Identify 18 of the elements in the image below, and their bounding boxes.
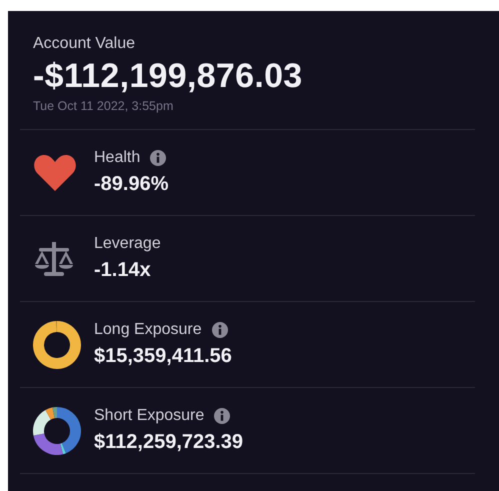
- info-icon[interactable]: [150, 150, 166, 166]
- timestamp: Tue Oct 11 2022, 3:55pm: [33, 99, 174, 113]
- stat-label: Health: [94, 149, 140, 167]
- info-icon[interactable]: [212, 322, 228, 338]
- stat-value: -89.96%: [94, 173, 168, 196]
- stat-label: Long Exposure: [94, 321, 202, 339]
- stat-value: $15,359,411.56: [94, 345, 232, 368]
- donut-chart-drawing: [33, 406, 81, 454]
- donut-chart-drawing: [33, 320, 81, 368]
- balance-scale-icon: [34, 240, 74, 278]
- stat-value: -1.14x: [94, 259, 152, 282]
- account-value-label: Account Value: [33, 35, 136, 53]
- account-value: -$112,199,876.03: [33, 57, 304, 96]
- info-icon[interactable]: [214, 408, 230, 424]
- heart-icon: [33, 154, 77, 192]
- stat-label: Leverage: [94, 235, 161, 253]
- stat-value: $112,259,723.39: [94, 431, 244, 454]
- stat-label: Short Exposure: [94, 407, 204, 425]
